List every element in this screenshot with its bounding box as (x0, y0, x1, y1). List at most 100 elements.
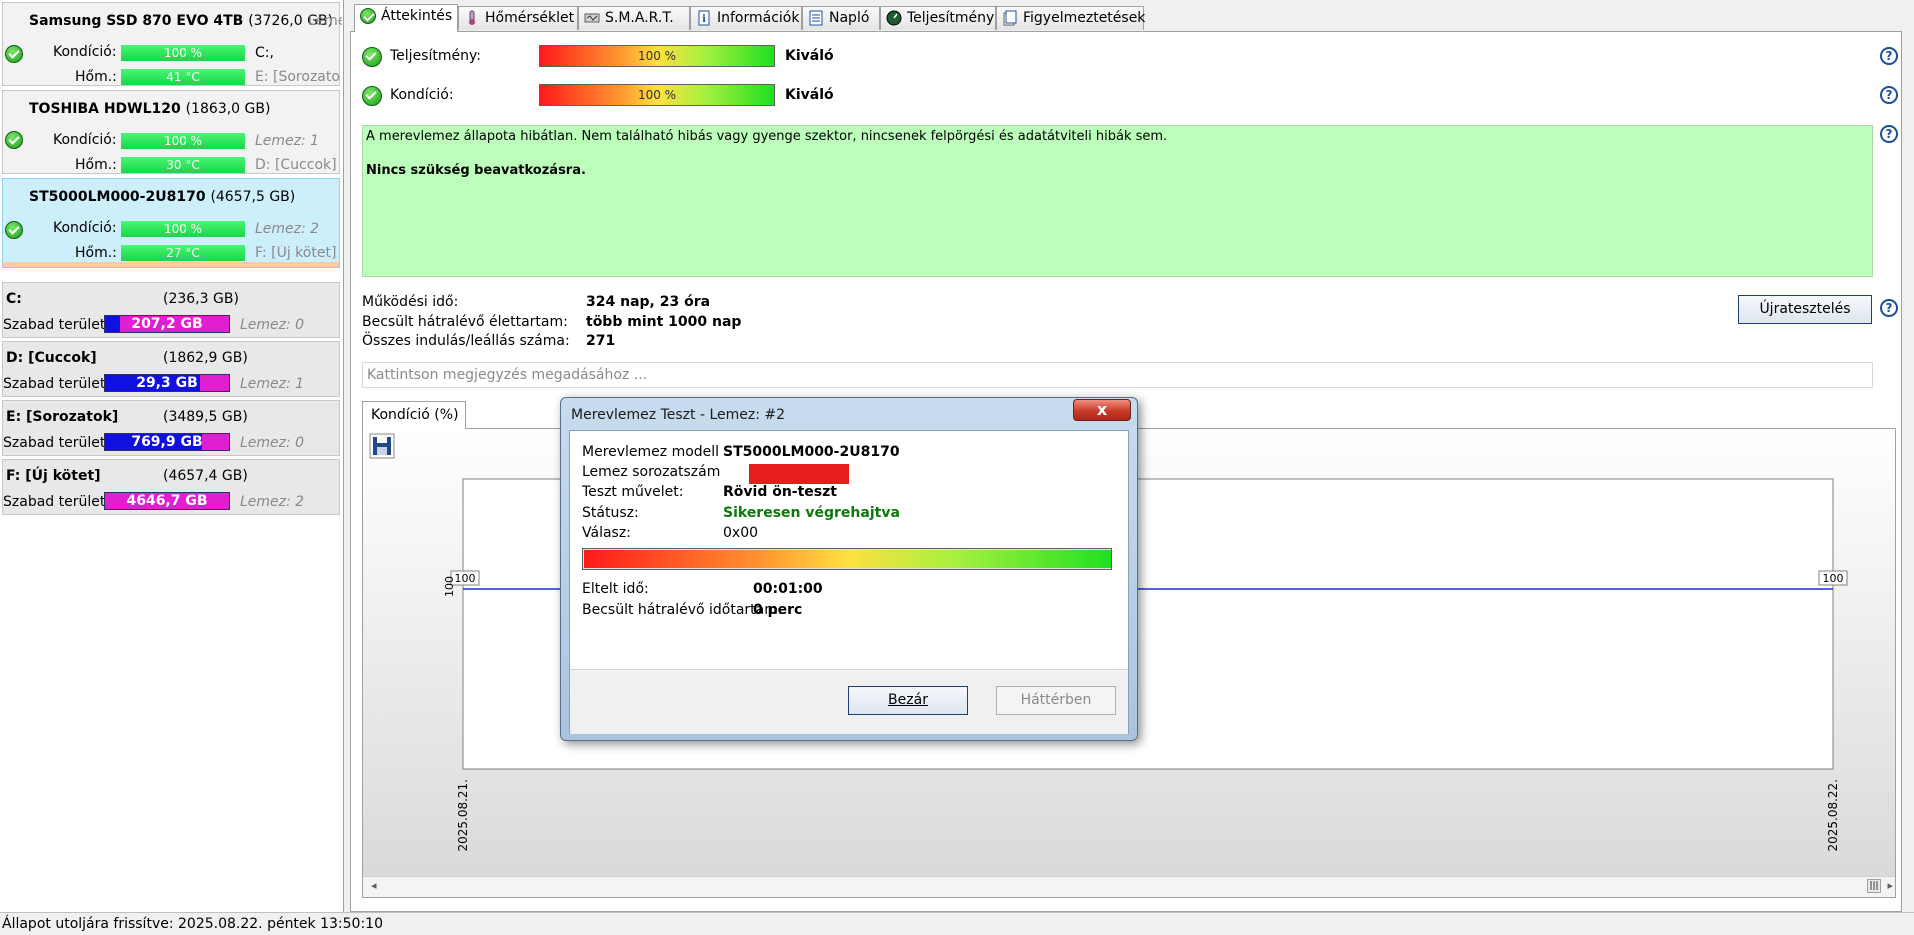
volume-size: (1862,9 GB) (163, 350, 248, 366)
performance-rating: Kiváló (785, 48, 834, 64)
help-icon[interactable]: ? (1880, 299, 1898, 317)
model-label: Merevlemez modell (582, 444, 720, 460)
scroll-left-icon[interactable]: ◂ (371, 879, 377, 892)
volume-item-1[interactable]: D: [Cuccok] (1862,9 GB) Szabad terület 2… (2, 341, 340, 397)
remaining-life-value: több mint 1000 nap (586, 314, 742, 330)
volume-size: (4657,4 GB) (163, 468, 248, 484)
disk-volume: F: [Új kötet] (255, 245, 337, 261)
response-value: 0x00 (723, 525, 759, 541)
free-space-label: Szabad terület (3, 494, 106, 510)
close-button[interactable]: x (1073, 399, 1131, 421)
tab-condition-chart[interactable]: Kondíció (%) (362, 401, 466, 429)
note-input[interactable]: Kattintson megjegyzés megadásához ... (362, 362, 1873, 388)
tab-warnings[interactable]: Figyelmeztetések (996, 6, 1146, 30)
dialog-close-button[interactable]: Bezár (848, 686, 968, 715)
temp-label: Hőm.: (75, 157, 117, 173)
volume-disk: Lemez: 0 (240, 435, 305, 451)
svg-text:i: i (702, 14, 706, 25)
volume-name: C: (6, 291, 22, 307)
operation-label: Teszt művelet: (582, 484, 684, 500)
progress-fill (584, 550, 1111, 568)
start-count-value: 271 (586, 333, 616, 349)
tab-label: Hőmérséklet (485, 10, 575, 26)
status-bar: Állapot utoljára frissítve: 2025.08.22. … (0, 912, 1914, 934)
disk-item-0[interactable]: Samsung SSD 870 EVO 4TB (3726,0 GB) Kond… (2, 2, 342, 86)
info-icon: i (698, 10, 710, 26)
volume-item-0[interactable]: C: (236,3 GB) Szabad terület 207,2 GB Le… (2, 282, 340, 338)
background-button[interactable]: Háttérben (996, 686, 1116, 715)
condition-bar: 100 % (539, 84, 775, 106)
disk-number: Lemez (308, 13, 342, 29)
ok-status-icon (5, 131, 23, 149)
smart-icon (584, 13, 600, 23)
close-icon: x (1096, 400, 1108, 419)
status-value: Sikeresen végrehajtva (723, 505, 900, 521)
volume-size: (3489,5 GB) (163, 409, 248, 425)
condition-label: Kondíció: (390, 87, 454, 103)
disk-volume: D: [Cuccok] (255, 157, 337, 173)
help-icon[interactable]: ? (1880, 47, 1898, 65)
data-label: 100 (1823, 572, 1844, 585)
free-space-bar: 769,9 GB (104, 433, 230, 451)
disk-item-1[interactable]: TOSHIBA HDWL120 (1863,0 GB) Kondíció: 10… (2, 90, 340, 174)
disk-name: ST5000LM000-2U8170 (4657,5 GB) (29, 189, 296, 205)
uptime-label: Működési idő: (362, 294, 459, 310)
free-space-bar: 207,2 GB (104, 315, 230, 333)
retest-button[interactable]: Újratesztelés (1738, 295, 1872, 324)
tab-log[interactable]: Napló (802, 6, 880, 30)
elapsed-label: Eltelt idő: (582, 581, 649, 597)
response-label: Válasz: (582, 525, 631, 541)
data-label: 100 (455, 572, 476, 585)
volume-disk: Lemez: 0 (240, 317, 305, 333)
disk-name: TOSHIBA HDWL120 (1863,0 GB) (29, 101, 271, 117)
test-progress-bar (582, 548, 1112, 570)
tab-overview[interactable]: Áttekintés (354, 4, 458, 32)
disk-list-panel: Samsung SSD 870 EVO 4TB (3726,0 GB) Kond… (0, 0, 344, 912)
condition-rating: Kiváló (785, 87, 834, 103)
tab-temperature[interactable]: Hőmérséklet (458, 6, 578, 30)
remaining-time-value: 0 perc (753, 602, 803, 618)
operation-value: Rövid ön-teszt (723, 484, 837, 500)
free-space-bar: 4646,7 GB (104, 492, 230, 510)
volume-item-2[interactable]: E: [Sorozatok] (3489,5 GB) Szabad terüle… (2, 400, 340, 456)
tab-label: Figyelmeztetések (1023, 10, 1146, 26)
free-space-label: Szabad terület (3, 376, 106, 392)
condition-label: Kondíció: (53, 220, 117, 236)
serial-redacted (749, 464, 849, 484)
tab-label: Teljesítmény (907, 10, 995, 26)
volume-item-3[interactable]: F: [Új kötet] (4657,4 GB) Szabad terület… (2, 459, 340, 515)
temp-value: 30 °C (121, 157, 245, 173)
free-space-label: Szabad terület (3, 317, 106, 333)
help-icon[interactable]: ? (1880, 86, 1898, 104)
tab-smart[interactable]: S.M.A.R.T. (578, 6, 690, 30)
scroll-thumb[interactable]: ||| (1867, 879, 1881, 893)
tab-label: S.M.A.R.T. (605, 10, 674, 26)
ok-status-icon (5, 45, 23, 63)
y-tick-label: 100 (443, 576, 456, 597)
performance-label: Teljesítmény: (390, 48, 481, 64)
temp-value: 41 °C (121, 69, 245, 85)
tab-label: Napló (829, 10, 870, 26)
volume-disk: Lemez: 2 (240, 494, 305, 510)
selection-indicator (3, 262, 339, 267)
disk-item-2[interactable]: ST5000LM000-2U8170 (4657,5 GB) Kondíció:… (2, 178, 340, 268)
volume-name: F: [Új kötet] (6, 468, 101, 484)
status-message-box: A merevlemez állapota hibátlan. Nem talá… (362, 125, 1873, 277)
tab-performance[interactable]: Teljesítmény (880, 6, 996, 30)
dialog-body: Merevlemez modell ST5000LM000-2U8170 Lem… (569, 430, 1129, 734)
x-tick-label: 2025.08.22. (1826, 779, 1840, 852)
tab-label: Áttekintés (381, 8, 453, 24)
dialog-title: Merevlemez Teszt - Lemez: #2 (571, 407, 786, 423)
condition-value: 100 % (121, 221, 245, 237)
tab-information[interactable]: i Információk (690, 6, 802, 30)
condition-ok-icon (362, 86, 382, 106)
tab-label: Információk (717, 10, 800, 26)
dialog-footer: Bezár Háttérben (570, 669, 1128, 734)
help-icon[interactable]: ? (1880, 125, 1898, 143)
log-icon (809, 10, 823, 26)
chart-scrollbar[interactable]: ◂ ||| ▸ (363, 876, 1895, 897)
scroll-right-icon[interactable]: ▸ (1887, 879, 1893, 892)
ok-status-icon (5, 221, 23, 239)
status-label: Státusz: (582, 505, 639, 521)
uptime-value: 324 nap, 23 óra (586, 294, 711, 310)
